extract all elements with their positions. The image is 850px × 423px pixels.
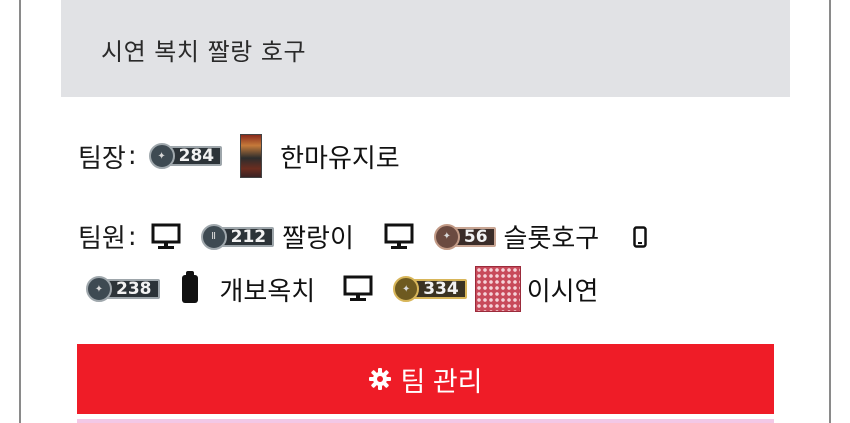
member-name[interactable]: 개보옥치	[220, 271, 316, 308]
leader-name[interactable]: 한마유지로	[280, 138, 400, 175]
team-manage-label: 팀 관리	[400, 366, 483, 397]
gear-icon	[368, 367, 392, 391]
monitor-icon	[343, 275, 373, 303]
member-name[interactable]: 짤랑이	[282, 218, 354, 255]
members-row-1: 팀원 : Ⅱ 212 짤랑이 ✦ 56 슬롯호구	[78, 218, 647, 255]
leader-label: 팀장	[78, 143, 126, 174]
member-avatar[interactable]	[181, 271, 198, 303]
leader-colon: :	[127, 141, 137, 171]
team-header: 시연 복치 짤랑 호구	[61, 0, 790, 97]
level-badge: ✦ 56	[433, 223, 496, 250]
tier-emblem-icon: ✦	[393, 276, 420, 302]
member-name[interactable]: 슬롯호구	[504, 218, 600, 255]
tier-emblem-icon: ✦	[86, 276, 112, 302]
member-avatar[interactable]	[474, 266, 521, 312]
member-name[interactable]: 이시연	[527, 271, 599, 308]
level-badge: ✦ 238	[86, 276, 160, 302]
members-row-2: ✦ 238 개보옥치 ✦ 334 이시연	[86, 266, 598, 312]
team-manage-button[interactable]: 팀 관리	[77, 344, 774, 414]
members-label: 팀원	[78, 224, 126, 254]
tier-emblem-icon: ✦	[433, 223, 460, 250]
phone-icon	[633, 225, 647, 248]
level-badge: ✦ 284	[148, 143, 223, 169]
members-colon: :	[127, 221, 137, 252]
tier-emblem-icon: ✦	[148, 143, 175, 169]
tier-emblem-icon: Ⅱ	[200, 223, 227, 250]
monitor-icon	[151, 223, 181, 251]
frame-border-right	[829, 0, 831, 423]
frame-border-left	[19, 0, 21, 423]
leader-avatar[interactable]	[240, 134, 263, 178]
leader-row: 팀장 : ✦ 284 한마유지로	[78, 134, 400, 178]
level-badge: Ⅱ 212	[200, 223, 275, 250]
level-badge: ✦ 334	[393, 276, 467, 302]
monitor-icon	[384, 223, 414, 251]
bottom-divider	[77, 419, 774, 423]
team-name: 시연 복치 짤랑 호구	[101, 38, 307, 66]
